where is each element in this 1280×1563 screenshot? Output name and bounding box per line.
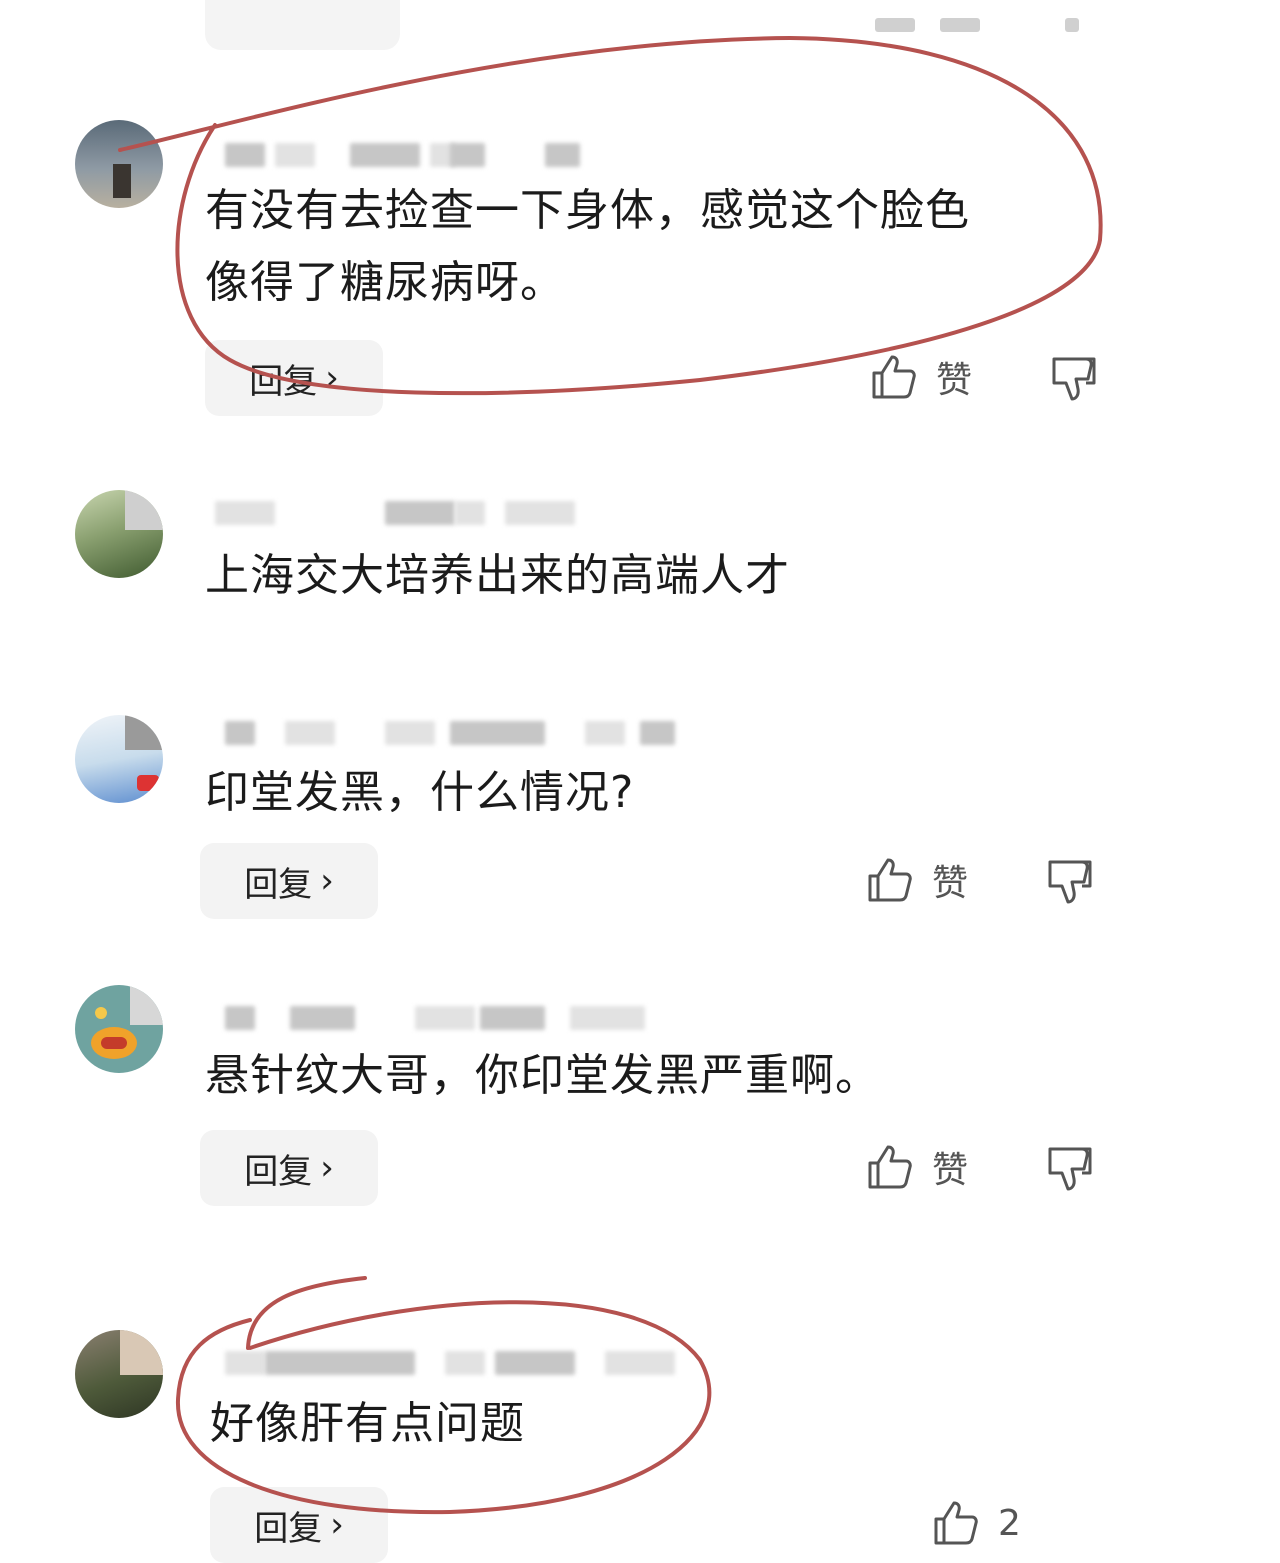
like-button[interactable]: 赞 [866,1137,968,1197]
comment-line: 悬针纹大哥，你印堂发黑严重啊。 [205,1050,880,1101]
like-button[interactable]: 赞 [870,347,972,407]
username-blurred[interactable] [205,495,685,525]
chevron-right-icon: › [325,358,339,398]
thumbs-down-icon[interactable] [1046,1145,1096,1195]
action-icons-fragment [870,18,1090,34]
avatar[interactable] [75,715,163,803]
reply-button-fragment[interactable] [205,0,400,50]
thumbs-up-icon [932,1499,980,1547]
comment-text: 印堂发黑，什么情况? [205,757,634,829]
comment-line: 上海交大培养出来的高端人才 [205,550,790,601]
avatar[interactable] [75,1330,163,1418]
thumbs-up-icon [870,353,918,401]
like-label: 赞 [932,1150,969,1191]
reply-button[interactable]: 回复 › [200,1130,378,1206]
comment-text: 悬针纹大哥，你印堂发黑严重啊。 [205,1040,880,1112]
username-blurred[interactable] [205,1345,685,1375]
chevron-right-icon: › [330,1505,344,1545]
reply-button[interactable]: 回复 › [200,843,378,919]
thumbs-up-icon [866,856,914,904]
like-button[interactable]: 赞 [866,850,968,910]
comment-line: 印堂发黑，什么情况? [205,767,635,818]
reply-label: 回复 [244,1151,313,1192]
comment-text: 好像肝有点问题 [210,1388,525,1460]
thumbs-up-icon [866,1143,914,1191]
avatar[interactable] [75,120,163,208]
reply-button[interactable]: 回复 › [205,340,383,416]
thumbs-down-icon[interactable] [1046,858,1096,908]
like-label: 赞 [932,863,969,904]
reply-label: 回复 [244,864,313,905]
username-blurred[interactable] [205,1000,685,1030]
username-blurred[interactable] [205,715,685,745]
avatar[interactable] [75,490,163,578]
reply-label: 回复 [249,361,318,402]
comment-line: 像得了糖尿病呀。 [205,257,565,308]
reply-label: 回复 [254,1508,323,1549]
thumbs-down-icon[interactable] [1050,355,1100,405]
comment-line: 好像肝有点问题 [210,1398,525,1449]
comment-text: 上海交大培养出来的高端人才 [205,540,790,612]
reply-button[interactable]: 回复 › [210,1487,388,1563]
comment-line: 有没有去捡查一下身体，感觉这个脸色 [205,185,970,236]
like-label: 赞 [936,360,973,401]
chevron-right-icon: › [320,861,334,901]
previous-comment-fragment [0,0,1280,50]
avatar[interactable] [75,985,163,1073]
like-button[interactable]: 2 [932,1493,1021,1553]
username-blurred[interactable] [205,137,685,167]
chevron-right-icon: › [320,1148,334,1188]
like-count: 2 [998,1502,1021,1544]
comment-text: 有没有去捡查一下身体，感觉这个脸色 像得了糖尿病呀。 [205,175,970,319]
